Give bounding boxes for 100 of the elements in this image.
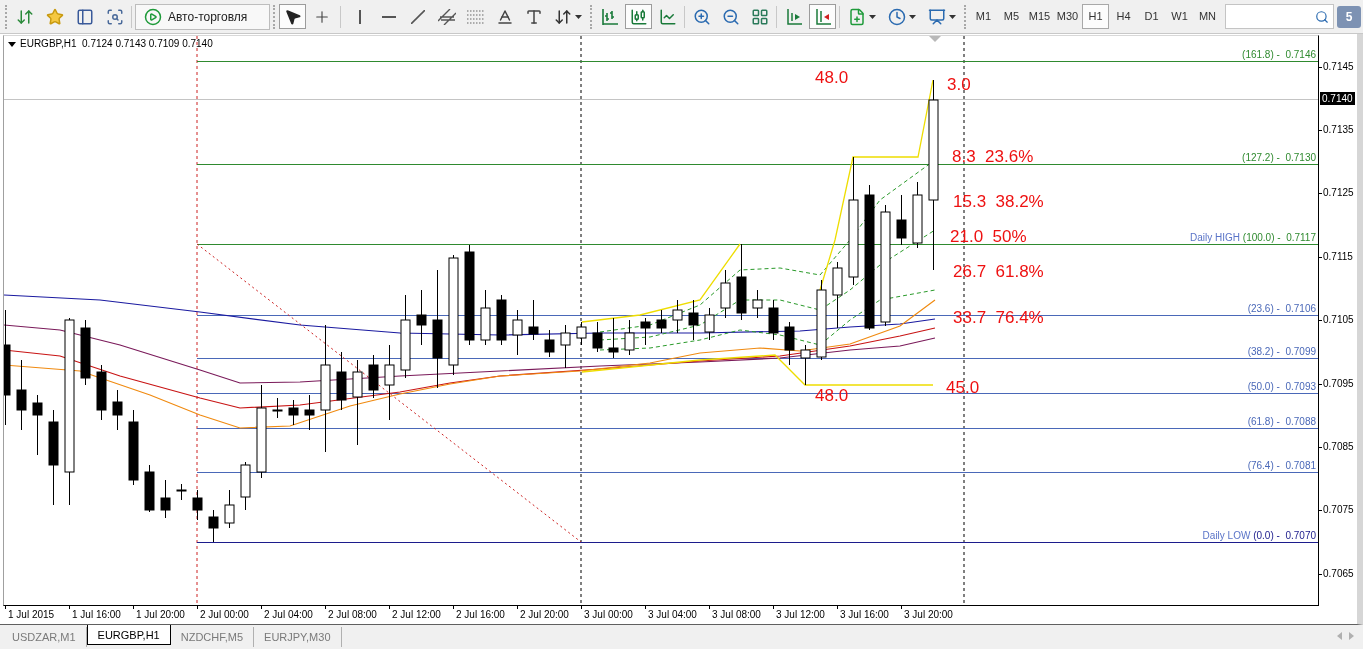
timeframe-button[interactable]: M15 (1026, 4, 1053, 29)
autotrading-button[interactable]: Авто-торговля (135, 3, 270, 30)
cursor-icon (283, 7, 302, 26)
time-axis-label: 3 Jul 00:00 (584, 609, 633, 621)
timeframe-button[interactable]: W1 (1166, 4, 1193, 29)
grid-icon (750, 7, 769, 26)
zoom-out-icon (721, 7, 740, 26)
time-axis-label: 2 Jul 04:00 (264, 609, 313, 621)
chart-annotation: 48.0 (815, 69, 849, 87)
price-tick-label: 0.7145 (1323, 61, 1354, 73)
candle (32, 394, 43, 456)
left-triangle-icon (1337, 632, 1342, 640)
time-axis-label: 1 Jul 20:00 (136, 609, 185, 621)
timeframe-button[interactable]: M30 (1054, 4, 1081, 29)
candle (112, 389, 123, 431)
autoscroll-icon (814, 8, 831, 25)
price-tick-label: 0.7135 (1323, 124, 1354, 136)
candle (896, 194, 907, 246)
fibonacci-level-label: (127.2) - 0.7130 (1242, 152, 1316, 163)
candle (272, 397, 283, 419)
candle (640, 317, 651, 346)
chart-annotation: 15.3 38.2% (953, 193, 1044, 211)
shift-marker-icon (929, 36, 941, 42)
time-axis-label: 2 Jul 12:00 (392, 609, 441, 621)
candle (768, 299, 779, 341)
candle (304, 394, 315, 431)
candle (672, 299, 683, 334)
price-tick-label: 0.7085 (1323, 441, 1354, 453)
bar-chart-icon (601, 8, 618, 25)
fibonacci-level-label: Daily HIGH (100.0) - 0.7117 (1190, 232, 1316, 243)
candle (192, 489, 203, 521)
time-axis-label: 3 Jul 16:00 (840, 609, 889, 621)
panel-icon (75, 7, 94, 26)
candle (560, 324, 571, 369)
text-label-icon (524, 7, 543, 26)
candle (144, 464, 155, 513)
time-axis-label: 3 Jul 12:00 (776, 609, 825, 621)
time-axis-label: 2 Jul 08:00 (328, 609, 377, 621)
star-icon (45, 7, 64, 26)
caret-icon (949, 14, 956, 19)
candle (96, 364, 107, 421)
diagonal-line-icon (410, 9, 425, 24)
price-tick-label: 0.7125 (1323, 187, 1354, 199)
vertical-line-icon (358, 9, 361, 24)
search-field[interactable] (1225, 4, 1335, 29)
candle (160, 479, 171, 519)
time-axis-label: 1 Jul 2015 (8, 609, 55, 621)
time-axis-label: 3 Jul 20:00 (904, 609, 953, 621)
chart-header: EURGBP,H1 0.7124 0.7143 0.7109 0.7140 (20, 38, 213, 50)
chart-shift-icon (785, 8, 802, 25)
timeframe-button[interactable]: M5 (998, 4, 1025, 29)
candle (224, 489, 235, 529)
candlestick-icon (629, 7, 648, 26)
chart-annotation: 21.0 50% (950, 228, 1027, 246)
candle (784, 321, 795, 366)
timeframe-button[interactable]: H4 (1110, 4, 1137, 29)
zoom-in-icon (692, 7, 711, 26)
fibonacci-level-label: (38.2) - 0.7099 (1247, 346, 1316, 357)
timeframe-button[interactable]: M1 (970, 4, 997, 29)
time-axis-label: 3 Jul 08:00 (712, 609, 761, 621)
toolbar-button[interactable] (279, 4, 306, 29)
chart-tab[interactable]: USDZAR,M1 (2, 627, 87, 647)
candle (176, 483, 187, 501)
price-tick-label: 0.7075 (1323, 504, 1354, 516)
presentation-icon (928, 7, 946, 26)
price-tick-label: 0.7105 (1323, 314, 1354, 326)
candle (512, 309, 523, 356)
chart-annotation: 45.0 (946, 379, 980, 397)
chart-tab[interactable]: EURJPY,M30 (254, 627, 342, 647)
candle (608, 317, 619, 359)
candle (288, 399, 299, 426)
clock-icon (888, 7, 906, 26)
chart-annotation: 26.7 61.8% (953, 263, 1044, 281)
candle (416, 289, 427, 346)
candle (480, 289, 491, 346)
time-axis-label: 2 Jul 20:00 (520, 609, 569, 621)
timeframe-button[interactable]: D1 (1138, 4, 1165, 29)
channel-icon (437, 8, 456, 25)
timeframe-button[interactable]: H1 (1082, 4, 1109, 29)
fibonacci-level-label: Daily LOW (0.0) - 0.7070 (1202, 530, 1316, 541)
candle (656, 309, 667, 334)
arrows-icon (554, 7, 572, 26)
time-axis-label: 2 Jul 00:00 (200, 609, 249, 621)
price-tick-label: 0.7095 (1323, 378, 1354, 390)
candle (496, 294, 507, 346)
dotted-lines-icon (466, 9, 485, 24)
fibonacci-level-label: (161.8) - 0.7146 (1242, 49, 1316, 60)
candle (800, 344, 811, 386)
fibonacci-level-label: (23.6) - 0.7106 (1247, 303, 1316, 314)
candle (592, 321, 603, 353)
play-icon (144, 7, 162, 26)
chart-tab[interactable]: EURGBP,H1 (86, 625, 171, 645)
candle (528, 299, 539, 341)
timeframe-button[interactable]: MN (1194, 4, 1221, 29)
time-axis-label: 2 Jul 16:00 (456, 609, 505, 621)
candle (544, 329, 555, 358)
chart-annotation: 8.3 23.6% (952, 148, 1034, 166)
chart-tab[interactable]: NZDCHF,M5 (170, 627, 255, 647)
candle (832, 261, 843, 329)
candle (624, 319, 635, 356)
